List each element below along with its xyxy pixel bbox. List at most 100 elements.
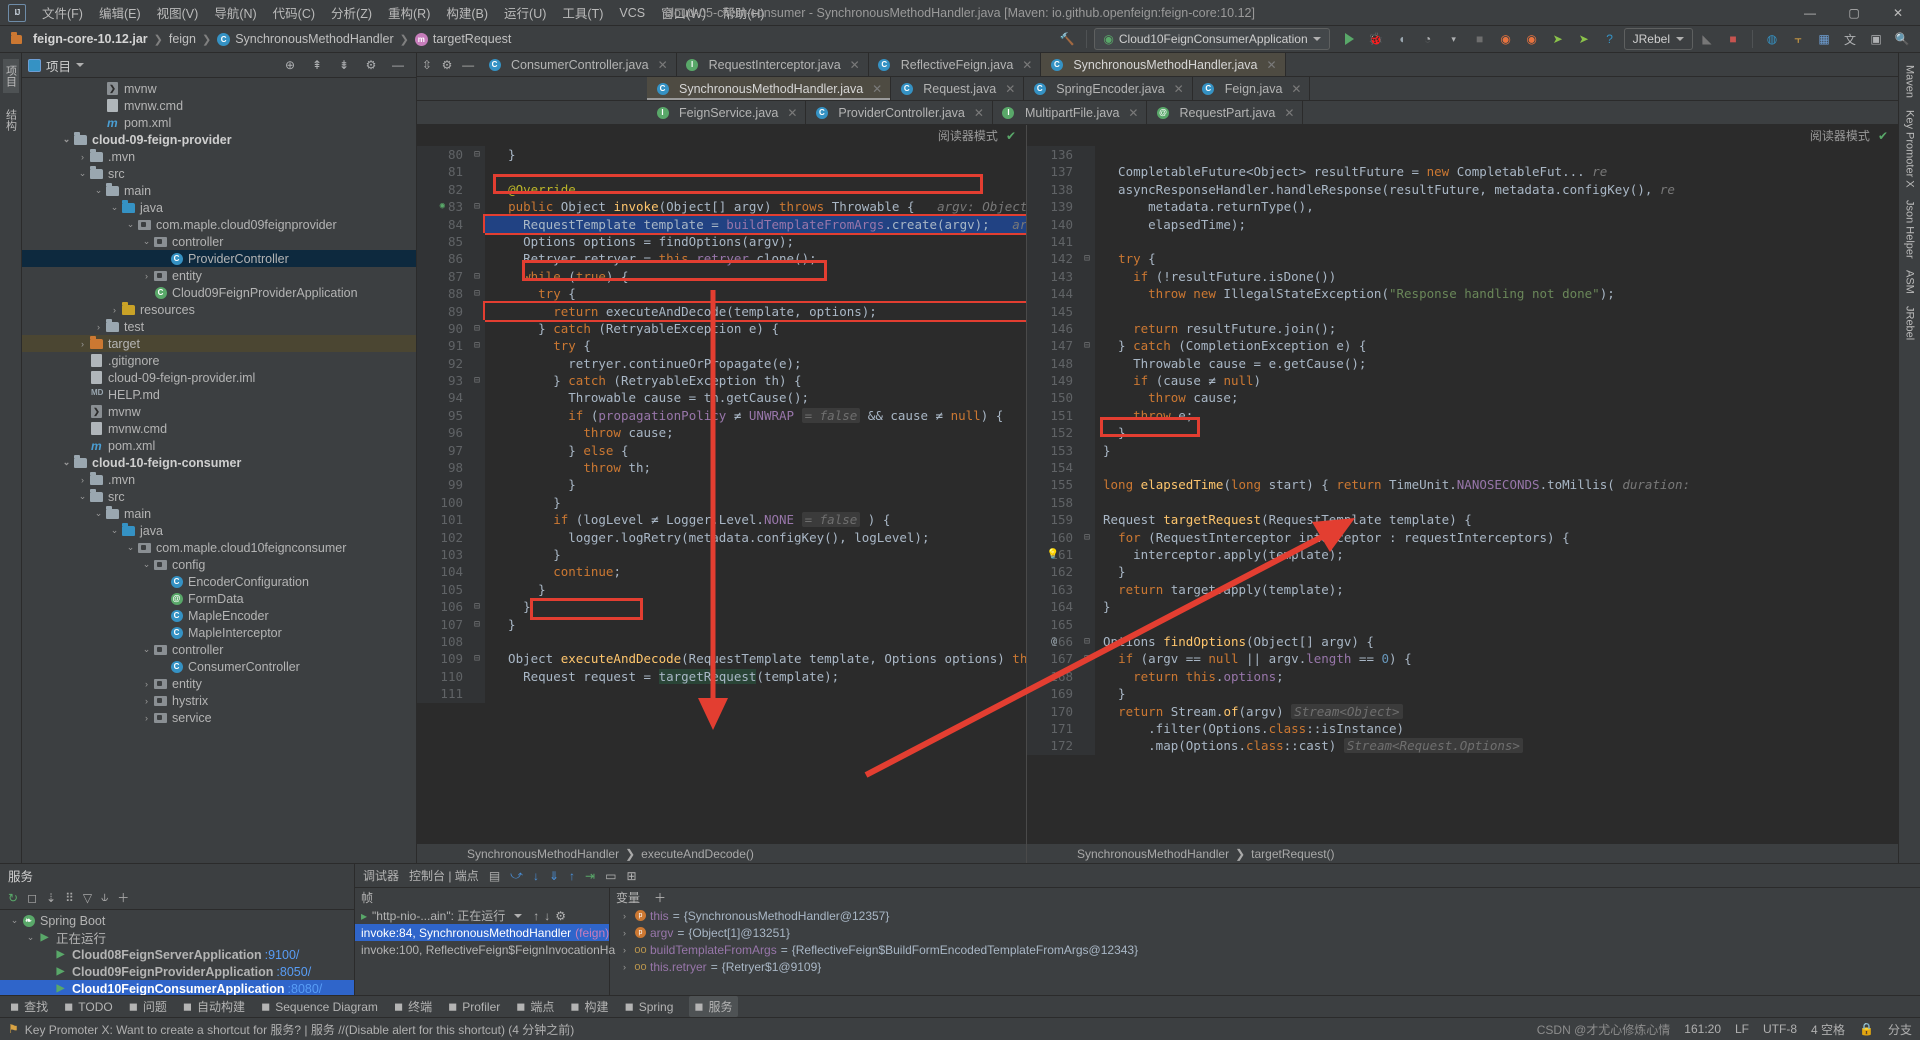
run-icon[interactable] — [1338, 28, 1362, 50]
rail-item-asm[interactable]: ASM — [1904, 264, 1916, 300]
project-tree-item[interactable]: C MapleInterceptor — [22, 624, 416, 641]
tool-window-button-Profiler[interactable]: ◼ Profiler — [448, 1000, 500, 1014]
menu-help[interactable]: 帮助(H) — [714, 0, 772, 25]
stack-frame-item[interactable]: invoke:100, ReflectiveFeign$FeignInvocat… — [355, 941, 615, 958]
tool-window-button-查找[interactable]: ◼ 查找 — [10, 998, 48, 1015]
close-icon[interactable]: ✕ — [1174, 82, 1184, 96]
collapse-all-icon[interactable]: ⇟ — [332, 54, 356, 76]
code-line[interactable]: 169 } — [1027, 685, 1898, 703]
code-line[interactable]: 159 Request targetRequest(RequestTemplate… — [1027, 511, 1898, 529]
rail-item-jrebel[interactable]: JRebel — [1904, 300, 1916, 346]
fold-marker[interactable] — [469, 180, 485, 199]
project-tree-item[interactable]: C MapleEncoder — [22, 607, 416, 624]
close-icon[interactable]: ✕ — [787, 106, 797, 120]
code-line[interactable]: 143 if (!resultFuture.isDone()) — [1027, 267, 1898, 286]
fold-marker[interactable] — [469, 354, 485, 373]
line-separator[interactable]: LF — [1735, 1022, 1749, 1036]
grid-icon[interactable]: ⠿ — [65, 891, 74, 905]
fold-marker[interactable] — [469, 215, 485, 233]
project-tree-item[interactable]: C ProviderController — [22, 250, 416, 267]
code-line[interactable]: 89 return executeAndDecode(template, opt… — [417, 300, 1026, 322]
chevron-down-icon[interactable]: ⌄ — [124, 219, 137, 230]
fold-marker[interactable] — [469, 667, 485, 686]
menu-code[interactable]: 代码(C) — [265, 0, 323, 25]
code-line[interactable]: 158 — [1027, 493, 1898, 512]
filter2-icon[interactable]: ▽ — [83, 891, 92, 905]
rail-item-key-promoter[interactable]: Key Promoter X — [1904, 104, 1916, 194]
code-line[interactable]: 88 ⊟ try { — [417, 285, 1026, 303]
close-button[interactable]: ✕ — [1876, 0, 1920, 25]
chevron-right-icon[interactable]: › — [618, 928, 631, 938]
fold-marker[interactable]: ⊟ — [469, 615, 485, 633]
project-tree-item[interactable]: ⌄ controller — [22, 233, 416, 250]
project-tree-item[interactable]: ⌄ main — [22, 505, 416, 522]
fold-marker[interactable] — [1079, 737, 1095, 755]
fold-marker[interactable] — [1079, 232, 1095, 251]
evaluate-icon[interactable]: ▭ — [605, 869, 616, 883]
project-tree-item[interactable]: ⌄ cloud-10-feign-consumer — [22, 454, 416, 471]
frames-list[interactable]: invoke:84, SynchronousMethodHandler (feig… — [355, 924, 615, 958]
code-line[interactable]: 139 metadata.returnType(), — [1027, 198, 1898, 216]
code-line[interactable]: 170 return Stream.of(argv) Stream<Object… — [1027, 702, 1898, 720]
fold-marker[interactable] — [1079, 424, 1095, 442]
code-line[interactable]: 145 — [1027, 302, 1898, 320]
fold-marker[interactable] — [469, 459, 485, 477]
code-line[interactable]: 91 ⊟ try { — [417, 337, 1026, 355]
menu-view[interactable]: 视图(V) — [149, 0, 207, 25]
breadcrumb-jar[interactable]: feign-core-10.12.jar — [6, 31, 151, 47]
editor-tab[interactable]: C ReflectiveFeign.java ✕ — [868, 53, 1042, 76]
service-item-port[interactable]: :8080/ — [288, 982, 323, 996]
fold-marker[interactable] — [1079, 285, 1095, 303]
fold-marker[interactable] — [1079, 198, 1095, 216]
fold-marker[interactable] — [1079, 719, 1095, 738]
close-icon[interactable]: ✕ — [1005, 82, 1015, 96]
code-line[interactable]: 151 throw e; — [1027, 406, 1898, 425]
fold-marker[interactable]: ⊟ — [469, 146, 485, 164]
fold-marker[interactable] — [1079, 267, 1095, 286]
project-tree-item[interactable]: › entity — [22, 675, 416, 692]
code-line[interactable]: 160 ⊟ for (RequestInterceptor interceptor… — [1027, 528, 1898, 546]
close-icon[interactable]: ✕ — [872, 82, 882, 96]
editor-tab[interactable]: C Request.java ✕ — [891, 77, 1025, 100]
debugger-tab[interactable]: 调试器 — [363, 867, 399, 884]
editor-tab[interactable]: C Feign.java ✕ — [1192, 77, 1311, 100]
frames-up-icon[interactable]: ↑ — [533, 909, 539, 923]
jrebel-selector[interactable]: JRebel — [1623, 28, 1693, 50]
help-circle-icon[interactable]: ? — [1598, 28, 1622, 50]
fold-marker[interactable] — [469, 406, 485, 425]
code-line[interactable]: 172 .map(Options.class::cast) Stream<Req… — [1027, 737, 1898, 755]
services-tree[interactable]: ⌄ ❧ Spring Boot ⌄ ▶ 正在运行 ▶ Cloud08FeignServerAp… — [0, 910, 354, 995]
project-tree-item[interactable]: › target — [22, 335, 416, 352]
code-line[interactable]: 140 elapsedTime); — [1027, 215, 1898, 233]
variable-row[interactable]: › oo buildTemplateFromArgs = {ReflectiveFeig… — [610, 941, 1920, 958]
editor-tab[interactable]: I MultipartFile.java ✕ — [992, 101, 1148, 124]
menu-edit[interactable]: 编辑(E) — [91, 0, 149, 25]
filter-icon[interactable]: ⇣ — [46, 891, 56, 905]
chevron-right-icon[interactable]: › — [618, 962, 631, 972]
code-line[interactable]: ◉ 83 ⊟ public Object invoke(Object[] argv)… — [417, 198, 1026, 216]
code-line[interactable]: 💡 161 interceptor.apply(template); — [1027, 545, 1898, 564]
fold-marker[interactable] — [1079, 685, 1095, 703]
chevron-down-icon[interactable]: ⌄ — [108, 202, 121, 213]
fold-marker[interactable] — [1079, 406, 1095, 425]
fold-marker[interactable]: ⊟ — [469, 598, 485, 616]
editor-tab[interactable]: C SynchronousMethodHandler.java ✕ — [647, 77, 892, 100]
fold-marker[interactable]: ⊟ — [469, 198, 485, 216]
code-line[interactable]: 98 throw th; — [417, 459, 1026, 477]
settings-icon[interactable]: ⚙ — [359, 54, 383, 76]
code-line[interactable]: 152 } — [1027, 424, 1898, 442]
run-to-cursor-icon[interactable]: ⇥ — [585, 869, 595, 883]
elephant-icon[interactable]: ◣ — [1695, 28, 1719, 50]
editor-tab[interactable]: C ConsumerController.java ✕ — [479, 53, 677, 76]
chevron-down-icon[interactable]: ⌄ — [140, 644, 153, 655]
project-tree-item[interactable]: ⌄ cloud-09-feign-provider — [22, 131, 416, 148]
tool-window-button-自动构建[interactable]: ◼ 自动构建 — [183, 998, 245, 1015]
fold-marker[interactable]: ⊟ — [469, 319, 485, 338]
code-line[interactable]: 165 — [1027, 615, 1898, 633]
breadcrumb-left-class[interactable]: SynchronousMethodHandler — [467, 847, 619, 861]
project-tree-item[interactable]: ⌄ com.maple.cloud10feignconsumer — [22, 539, 416, 556]
rebuild-run-icon[interactable]: ➤ — [1572, 28, 1596, 50]
code-line[interactable]: 147 ⊟ } catch (CompletionException e) { — [1027, 337, 1898, 355]
breadcrumb-right-method[interactable]: targetRequest() — [1251, 847, 1334, 861]
run-with-coverage-icon[interactable]: ◖ — [1390, 28, 1414, 50]
